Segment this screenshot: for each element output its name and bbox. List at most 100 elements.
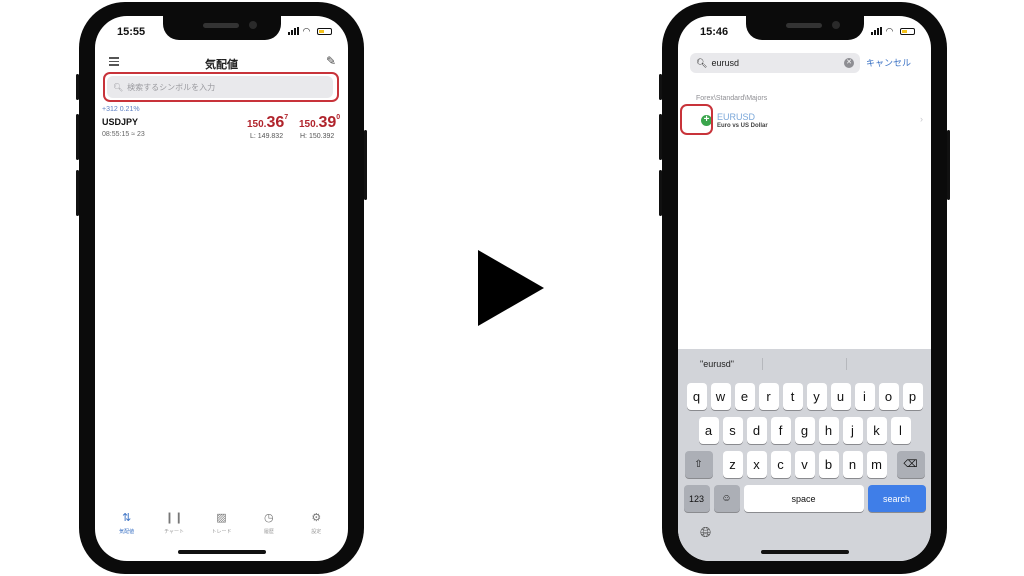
space-key[interactable]: space: [743, 485, 864, 512]
tab-trade[interactable]: ▨ トレード: [200, 512, 242, 546]
tab-chart[interactable]: ❙❙ チャート: [153, 512, 195, 546]
key-t[interactable]: t: [782, 383, 803, 410]
quote-time: 08:55:15 ≈ 23: [102, 131, 145, 138]
key-o[interactable]: o: [878, 383, 899, 410]
clear-icon[interactable]: ✕: [844, 58, 854, 68]
quote-row[interactable]: +312 0.21% USDJPY 08:55:15 ≈ 23 150.367 …: [102, 106, 342, 146]
search-result-row[interactable]: + EURUSD Euro vs US Dollar ›: [690, 108, 925, 138]
symbol-search-input[interactable]: 🔍︎ eurusd ✕: [690, 53, 860, 73]
volume-up-button: [76, 114, 79, 160]
search-key[interactable]: search: [867, 485, 926, 512]
candles-icon: ❙❙: [164, 512, 184, 524]
mute-switch: [76, 74, 79, 100]
highlight-frame-search: [103, 72, 339, 102]
notch: [162, 16, 281, 40]
wifi-icon: ◠: [303, 26, 310, 36]
keyboard-row-4: 123 ☺ space search: [678, 485, 931, 512]
key-s[interactable]: s: [722, 417, 743, 444]
key-n[interactable]: n: [842, 451, 863, 478]
battery-icon: [317, 27, 332, 35]
key-h[interactable]: h: [818, 417, 839, 444]
mute-switch: [659, 74, 662, 100]
page-title: 気配値: [205, 59, 238, 71]
suggestion-bar: "eurusd": [678, 349, 931, 377]
chevron-right-icon: ›: [920, 114, 923, 124]
key-v[interactable]: v: [794, 451, 815, 478]
signal-icon: [871, 27, 882, 35]
key-q[interactable]: q: [686, 383, 707, 410]
left-phone: 15:55 ◠ 気配値 ✎ 🔍︎ 検索するシンボルを入力 +312 0.21% …: [76, 2, 367, 574]
bid-price: 150.367: [247, 114, 289, 131]
notch: [745, 16, 864, 40]
quote-change: +312 0.21%: [102, 106, 140, 113]
quote-low: L: 149.832: [250, 133, 284, 140]
key-d[interactable]: d: [746, 417, 767, 444]
left-screen: 15:55 ◠ 気配値 ✎ 🔍︎ 検索するシンボルを入力 +312 0.21% …: [95, 16, 348, 561]
quote-high: H: 150.392: [300, 133, 335, 140]
tab-bar: ⇅ 気配値 ❙❙ チャート ▨ トレード ◷ 履歴 ⚙ 設定: [95, 512, 348, 546]
home-indicator: [760, 550, 849, 554]
key-j[interactable]: j: [842, 417, 863, 444]
trade-chart-icon: ▨: [216, 512, 227, 524]
status-time: 15:55: [117, 26, 146, 38]
volume-down-button: [76, 170, 79, 216]
result-symbol: EURUSD: [717, 112, 756, 122]
key-g[interactable]: g: [794, 417, 815, 444]
tab-settings[interactable]: ⚙ 設定: [295, 512, 337, 546]
suggestion-item[interactable]: "eurusd": [700, 359, 734, 369]
nav-bar: 気配値 ✎: [95, 52, 348, 74]
emoji-key[interactable]: ☺: [713, 485, 740, 512]
right-screen: 15:46 ◠ 🔍︎ eurusd ✕ キャンセル Forex\Standard…: [678, 16, 931, 561]
result-description: Euro vs US Dollar: [717, 123, 768, 129]
key-l[interactable]: l: [890, 417, 911, 444]
section-header: Forex\Standard\Majors: [696, 95, 768, 102]
search-value: eurusd: [711, 58, 739, 68]
play-arrow-icon: [478, 250, 544, 326]
volume-up-button: [659, 114, 662, 160]
key-p[interactable]: p: [902, 383, 923, 410]
key-y[interactable]: y: [806, 383, 827, 410]
key-f[interactable]: f: [770, 417, 791, 444]
gear-icon: ⚙: [311, 512, 322, 524]
key-x[interactable]: x: [746, 451, 767, 478]
key-e[interactable]: e: [734, 383, 755, 410]
power-button: [364, 130, 367, 200]
key-b[interactable]: b: [818, 451, 839, 478]
wifi-icon: ◠: [886, 26, 893, 36]
ask-price: 150.390: [299, 114, 341, 131]
stage: 15:55 ◠ 気配値 ✎ 🔍︎ 検索するシンボルを入力 +312 0.21% …: [0, 0, 1024, 576]
key-c[interactable]: c: [770, 451, 791, 478]
key-u[interactable]: u: [830, 383, 851, 410]
highlight-frame-add: [680, 104, 713, 135]
arrows-icon: ⇅: [122, 512, 132, 524]
shift-key[interactable]: ⇧: [684, 451, 713, 478]
clock-icon: ◷: [264, 512, 274, 524]
signal-icon: [288, 27, 299, 35]
quote-symbol: USDJPY: [102, 117, 139, 127]
key-k[interactable]: k: [866, 417, 887, 444]
search-icon: 🔍︎: [696, 57, 708, 68]
volume-down-button: [659, 170, 662, 216]
power-button: [947, 130, 950, 200]
keyboard-row-3: ⇧ zxcvbnm ⌫: [678, 451, 931, 478]
keyboard-row-1: qwertyuiop: [678, 383, 931, 410]
key-w[interactable]: w: [710, 383, 731, 410]
key-m[interactable]: m: [866, 451, 887, 478]
backspace-key[interactable]: ⌫: [896, 451, 925, 478]
numbers-key[interactable]: 123: [683, 485, 710, 512]
globe-icon[interactable]: 🌐︎: [700, 524, 711, 541]
keyboard: "eurusd" qwertyuiop asdfghjkl ⇧ zxcvbnm …: [678, 349, 931, 561]
battery-icon: [900, 27, 915, 35]
key-r[interactable]: r: [758, 383, 779, 410]
home-indicator: [177, 550, 266, 554]
status-time: 15:46: [700, 26, 729, 38]
tab-quotes[interactable]: ⇅ 気配値: [106, 512, 148, 546]
right-phone: 15:46 ◠ 🔍︎ eurusd ✕ キャンセル Forex\Standard…: [659, 2, 950, 574]
cancel-button[interactable]: キャンセル: [866, 56, 911, 69]
tab-history[interactable]: ◷ 履歴: [248, 512, 290, 546]
keyboard-row-2: asdfghjkl: [678, 417, 931, 444]
key-i[interactable]: i: [854, 383, 875, 410]
key-a[interactable]: a: [698, 417, 719, 444]
key-z[interactable]: z: [722, 451, 743, 478]
edit-pencil-icon[interactable]: ✎: [326, 54, 336, 68]
